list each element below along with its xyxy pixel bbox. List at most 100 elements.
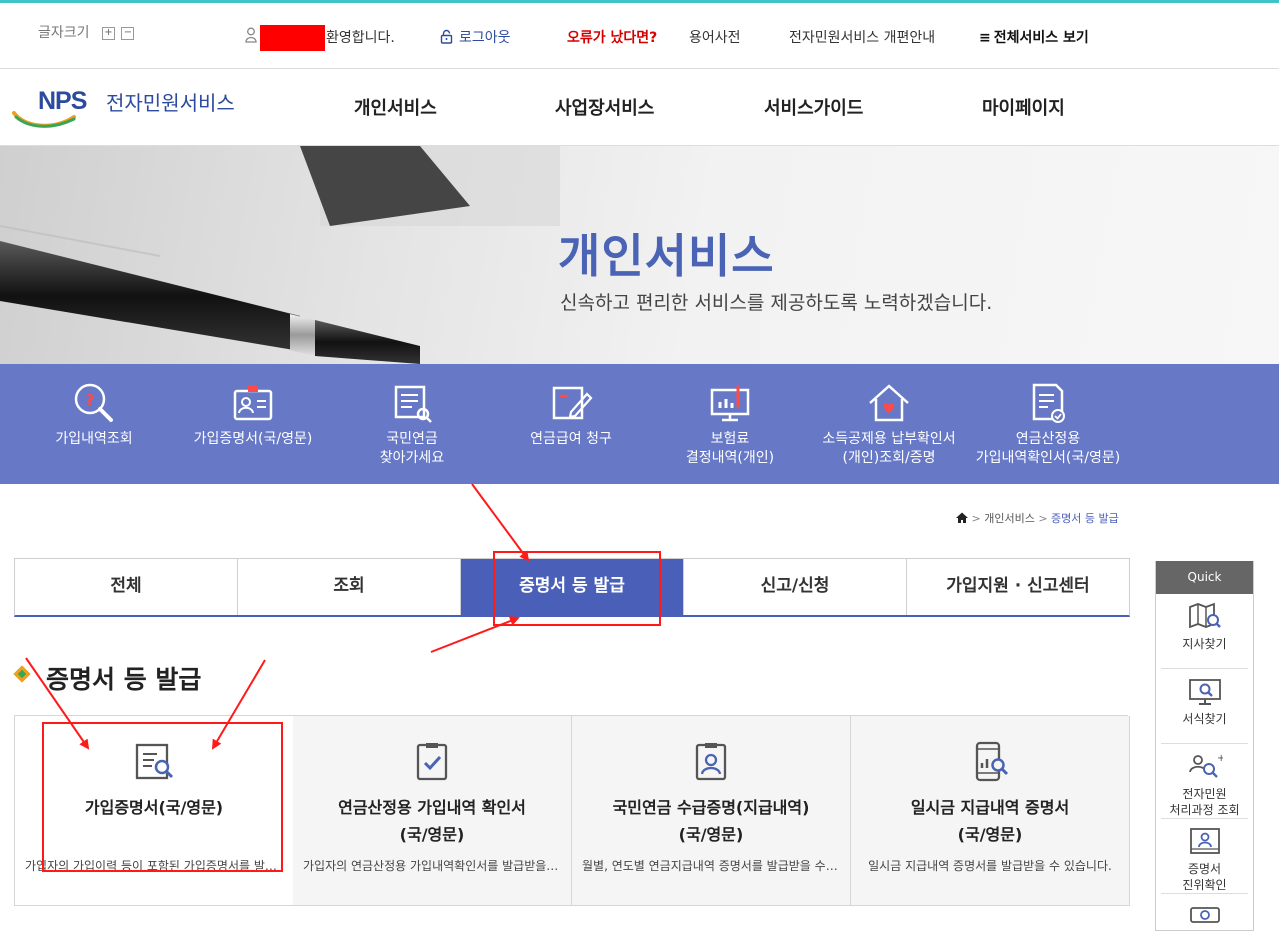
- nav-personal-service[interactable]: 개인서비스: [354, 94, 437, 120]
- quick-label-line2: 진위확인: [1182, 878, 1227, 892]
- tab-inquiry[interactable]: 조회: [238, 559, 461, 615]
- document-search-icon: [394, 385, 432, 423]
- service-label-line2: 가입내역확인서(국/영문): [975, 450, 1121, 466]
- card-title-line1: 일시금 지급내역 증명서: [910, 798, 1070, 817]
- service-shortcut-band: ? 가입내역조회 가입증명서(국/영문) 국민연금 찾아가세요 연금급여 청구 …: [0, 364, 1279, 484]
- service-label-line2: 결정내역(개인): [685, 450, 775, 466]
- service-label-line1: 국민연금: [386, 431, 438, 447]
- highlight-box-card: [42, 722, 283, 872]
- monitor-chart-icon: [710, 385, 750, 422]
- service-label-line1: 소득공제용 납부확인서: [822, 431, 956, 447]
- nav-business-service[interactable]: 사업장서비스: [555, 94, 654, 120]
- quick-label-line2: 처리과정 조회: [1169, 803, 1240, 817]
- service-label: 연금급여 청구: [530, 431, 612, 447]
- font-size-label: 글자크기: [38, 25, 90, 41]
- house-heart-icon: [869, 384, 909, 422]
- breadcrumb-separator: >: [1038, 512, 1048, 525]
- service-label-line2: (개인)조회/증명: [842, 450, 936, 466]
- pen-illustration: [0, 146, 560, 364]
- service-pension-calc-confirmation[interactable]: 연금산정용 가입내역확인서(국/영문): [968, 382, 1128, 468]
- hamburger-icon: ≡: [979, 30, 991, 46]
- hero-title: 개인서비스: [558, 229, 775, 283]
- service-enrollment-certificate[interactable]: 가입증명서(국/영문): [173, 382, 333, 449]
- redacted-username: [260, 25, 325, 51]
- quick-scanner[interactable]: [1161, 902, 1248, 930]
- nav-my-page[interactable]: 마이페이지: [982, 94, 1065, 120]
- quick-find-form[interactable]: 서식찾기: [1161, 677, 1248, 744]
- breadcrumb-separator: >: [971, 512, 981, 525]
- quick-process-status[interactable]: + 전자민원 처리과정 조회: [1161, 752, 1248, 819]
- section-title: 증명서 등 발급: [46, 665, 202, 694]
- search-question-icon: ?: [74, 383, 113, 422]
- map-search-icon: [1188, 602, 1221, 629]
- service-enrollment-inquiry[interactable]: ? 가입내역조회: [14, 382, 174, 449]
- quick-menu: Quick 지사찾기 서식찾기 + 전자민원 처리과정 조회 증명서 진위확인: [1155, 561, 1254, 931]
- monitor-search-icon: [1188, 679, 1221, 705]
- quick-find-branch[interactable]: 지사찾기: [1161, 602, 1248, 669]
- nav-service-guide[interactable]: 서비스가이드: [764, 94, 863, 120]
- id-badge-icon: [695, 743, 727, 781]
- card-description: 일시금 지급내역 증명서를 발급받을 수 있습니다.: [868, 859, 1112, 873]
- main-nav: NPS 전자민원서비스 개인서비스 사업장서비스 서비스가이드 마이페이지: [0, 69, 1279, 146]
- quick-label-line1: 전자민원: [1182, 787, 1227, 801]
- svg-text:?: ?: [86, 391, 95, 409]
- card-lump-sum-certificate[interactable]: 일시금 지급내역 증명서 (국/영문) 일시금 지급내역 증명서를 발급받을 수 …: [851, 716, 1130, 906]
- breadcrumb-level1[interactable]: 개인서비스: [984, 512, 1035, 525]
- id-card-icon: [233, 386, 273, 421]
- error-help-link[interactable]: 오류가 났다면?: [567, 27, 657, 47]
- card-description: 월별, 연도별 연금지급내역 증명서를 발급받을 수 있습니다.: [582, 859, 840, 873]
- scanner-icon: [1189, 907, 1220, 923]
- home-icon[interactable]: [956, 512, 968, 523]
- card-title-line1: 국민연금 수급증명(지급내역): [612, 798, 810, 817]
- card-description: 가입자의 연금산정용 가입내역확인서를 발급받을 수 있습니다.: [303, 859, 561, 873]
- logo-mark: NPS: [38, 87, 87, 115]
- document-check-icon: [1032, 383, 1065, 423]
- quick-menu-title: Quick: [1156, 561, 1253, 594]
- card-title-line2: (국/영문): [678, 825, 744, 844]
- tab-support-center[interactable]: 가입지원 · 신고센터: [907, 559, 1129, 615]
- service-label: 가입내역조회: [55, 431, 133, 447]
- logo-name: 전자민원서비스: [106, 91, 235, 115]
- service-insurance-premium[interactable]: 보험료 결정내역(개인): [650, 382, 810, 468]
- card-title: 국민연금 수급증명(지급내역) (국/영문): [572, 794, 850, 848]
- welcome-text: 환영합니다.: [326, 30, 395, 46]
- hero-banner: 개인서비스 신속하고 편리한 서비스를 제공하도록 노력하겠습니다.: [0, 146, 1279, 364]
- edit-document-icon: [552, 386, 593, 420]
- clipboard-check-icon: [416, 743, 448, 781]
- breadcrumb: > 개인서비스 > 증명서 등 발급: [956, 510, 1119, 526]
- section-bullet-icon: [13, 665, 31, 683]
- svg-text:+: +: [1217, 753, 1223, 764]
- certificate-icon: [1189, 828, 1220, 854]
- tab-all[interactable]: 전체: [15, 559, 238, 615]
- font-decrease-button[interactable]: −: [121, 26, 135, 40]
- logout-link[interactable]: 로그아웃: [440, 27, 511, 47]
- all-services-link[interactable]: ≡ 전체서비스 보기: [979, 27, 1089, 47]
- service-tax-receipt[interactable]: 소득공제용 납부확인서 (개인)조회/증명: [809, 382, 969, 468]
- font-increase-button[interactable]: +: [101, 26, 115, 40]
- arrow-to-tab-1: [471, 483, 530, 562]
- service-label-line1: 연금산정용: [1015, 431, 1081, 447]
- card-title-line2: (국/영문): [399, 825, 465, 844]
- card-title: 일시금 지급내역 증명서 (국/영문): [851, 794, 1129, 848]
- service-label-line2: 찾아가세요: [379, 450, 445, 466]
- tab-report-application[interactable]: 신고/신청: [684, 559, 907, 615]
- font-size-control: 글자크기 + −: [38, 22, 135, 42]
- people-search-icon: +: [1188, 753, 1223, 778]
- service-label: 가입증명서(국/영문): [193, 431, 313, 447]
- card-pension-calc-confirmation[interactable]: 연금산정용 가입내역 확인서 (국/영문) 가입자의 연금산정용 가입내역확인서를…: [293, 716, 572, 906]
- highlight-box-tab: [493, 551, 661, 626]
- quick-certificate-verify[interactable]: 증명서 진위확인: [1161, 827, 1248, 894]
- service-visit-nps[interactable]: 국민연금 찾아가세요: [332, 382, 492, 468]
- card-title: 연금산정용 가입내역 확인서 (국/영문): [293, 794, 571, 848]
- card-title-line2: (국/영문): [957, 825, 1023, 844]
- all-services-label: 전체서비스 보기: [993, 30, 1089, 46]
- user-icon: [245, 27, 257, 47]
- breadcrumb-level2[interactable]: 증명서 등 발급: [1051, 512, 1119, 525]
- service-pension-claim[interactable]: 연금급여 청구: [491, 382, 651, 449]
- mobile-chart-icon: [975, 741, 1009, 782]
- renewal-notice-link[interactable]: 전자민원서비스 개편안내: [789, 27, 935, 47]
- card-pension-receipt-certificate[interactable]: 국민연금 수급증명(지급내역) (국/영문) 월별, 연도별 연금지급내역 증명서…: [572, 716, 851, 906]
- utility-bar: 글자크기 + − 환영합니다. 로그아웃 오류가 났다면? 용어사전 전자민원서…: [0, 3, 1279, 69]
- glossary-link[interactable]: 용어사전: [689, 27, 741, 47]
- quick-label: 서식찾기: [1182, 712, 1227, 726]
